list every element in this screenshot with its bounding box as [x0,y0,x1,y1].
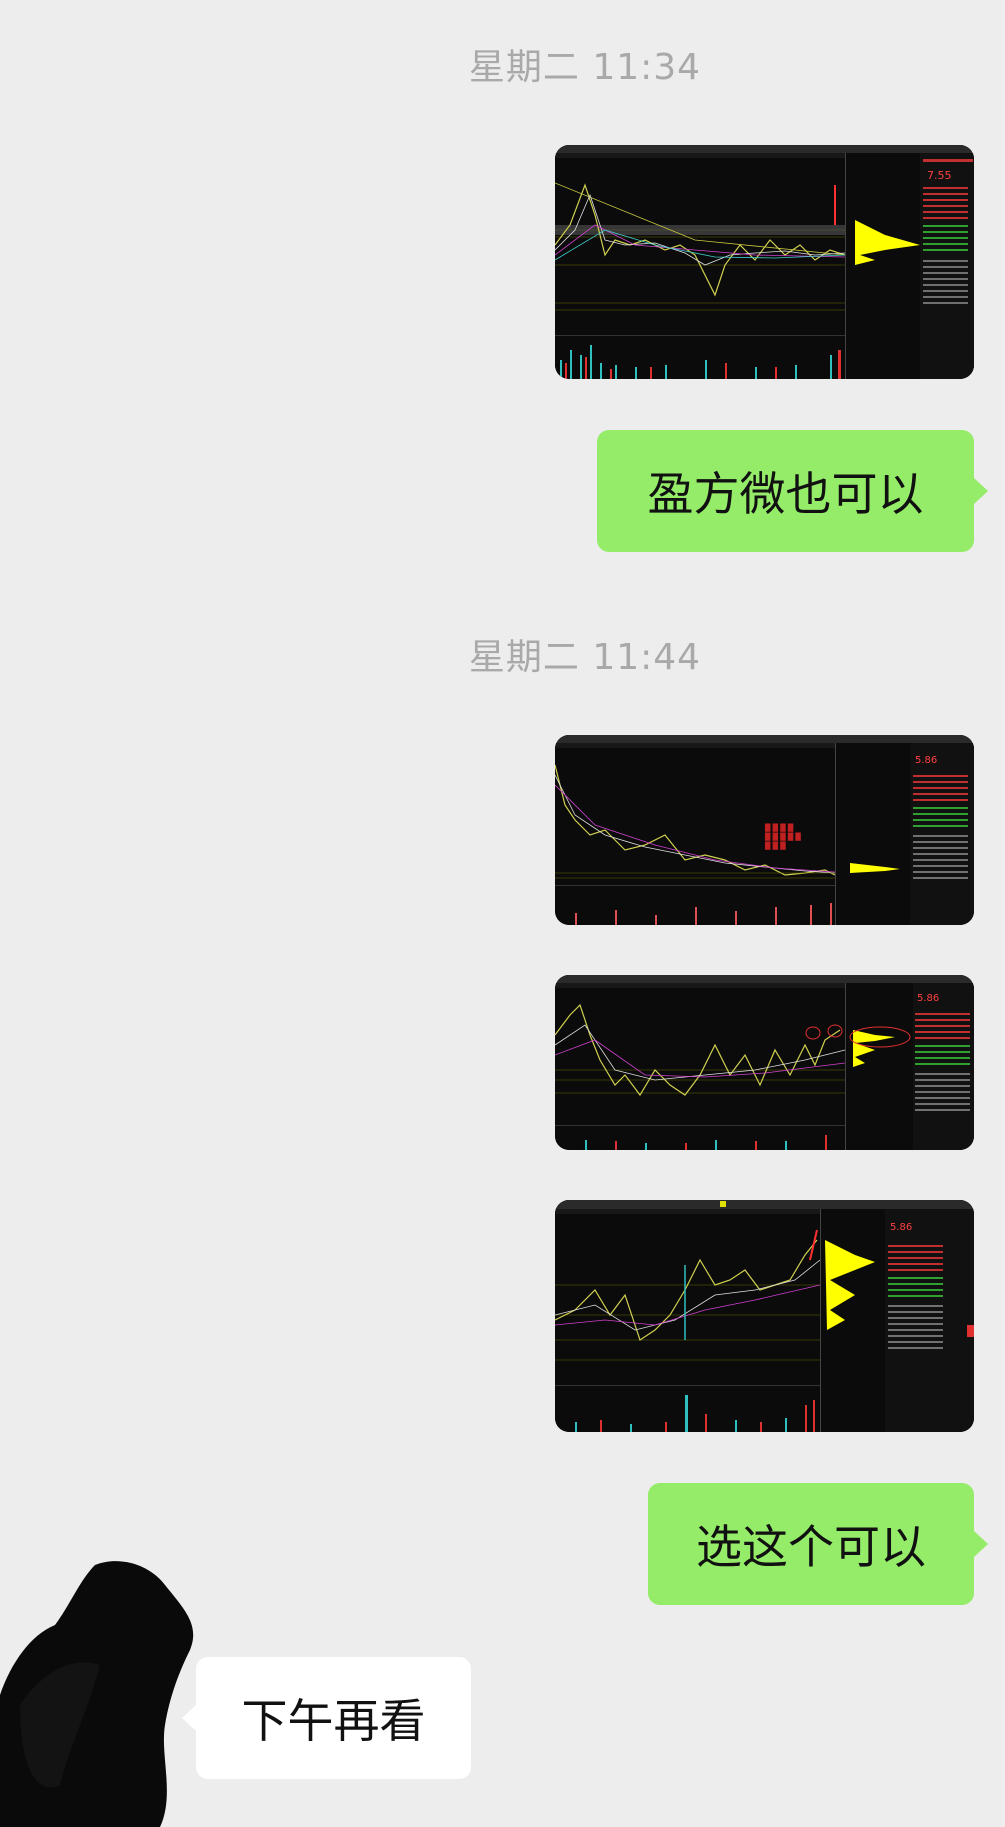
stock-chart-image: 5.86 [555,975,974,1150]
incoming-message-bubble[interactable]: 下午再看 [196,1657,471,1779]
message-text: 下午再看 [241,1694,426,1748]
timestamp: 星期二 11:34 [468,47,702,88]
svg-text:█ █ █ █ █: █ █ █ █ █ [764,832,801,841]
bubble-tail [182,1705,196,1731]
bubble-tail [974,478,988,504]
timestamp: 星期二 11:44 [468,637,702,678]
stock-chart-image: █ █ █ █ █ █ █ █ █ █ █ █ 5.86 [555,735,974,925]
chart-image-message[interactable]: █ █ █ █ █ █ █ █ █ █ █ █ 5.86 [555,735,974,925]
message-text: 选这个可以 [696,1520,926,1574]
chart-price: 5.86 [890,1222,912,1233]
stock-chart-image: 5.86 [555,1200,974,1432]
message-text: 盈方微也可以 [647,467,924,521]
contact-avatar[interactable] [0,1555,215,1827]
stock-chart-image: 7.55 [555,145,974,379]
chart-price: 5.86 [917,993,939,1004]
chart-image-message[interactable]: 7.55 [555,145,974,379]
chart-image-message[interactable]: 5.86 [555,1200,974,1432]
outgoing-message-bubble[interactable]: 选这个可以 [648,1483,974,1605]
chart-price: 7.55 [927,169,952,182]
svg-text:█ █ █: █ █ █ [764,841,786,850]
chart-price: 5.86 [915,755,937,766]
chart-image-message[interactable]: 5.86 [555,975,974,1150]
outgoing-message-bubble[interactable]: 盈方微也可以 [597,430,974,552]
svg-text:█ █ █ █: █ █ █ █ [764,823,794,832]
bubble-tail [974,1531,988,1557]
